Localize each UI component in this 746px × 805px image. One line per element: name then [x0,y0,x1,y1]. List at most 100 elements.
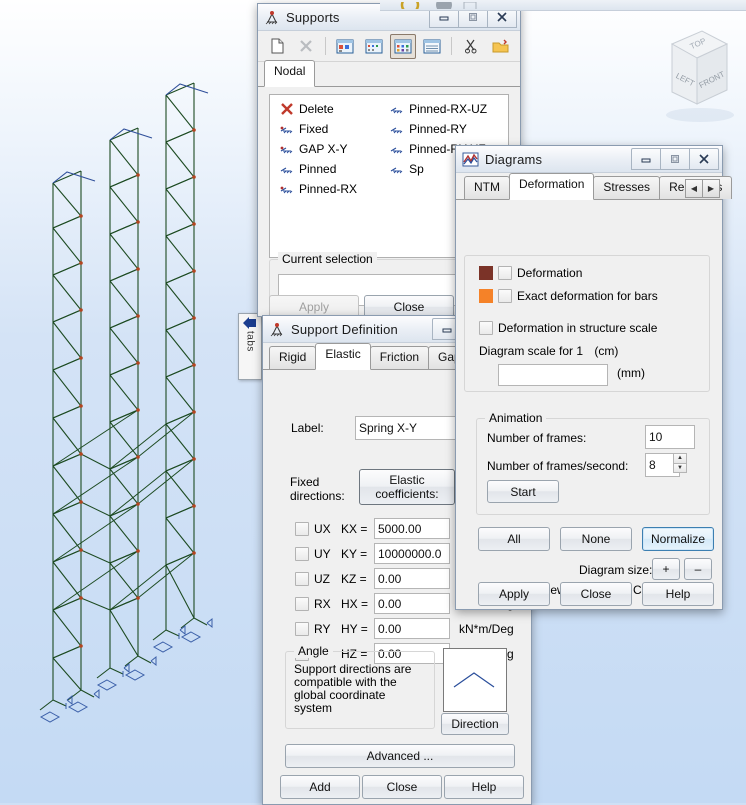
row-sym: KY = [341,546,368,561]
support-fixed-icon [280,126,293,134]
start-animation-button[interactable]: Start [487,480,559,503]
minimize-button[interactable] [631,148,661,170]
spinner-up-icon[interactable]: ▲ [673,453,687,463]
small-icons-view-icon[interactable] [361,34,387,59]
exact-deformation-color-swatch [479,289,493,303]
exact-deformation-check-row[interactable]: Exact deformation for bars [479,289,658,303]
deformation-color-swatch [479,266,493,280]
tab-prev-button[interactable]: ◀ [685,179,703,198]
diagrams-window[interactable]: Diagrams NTM Deformation Stresses Rea [455,145,733,610]
close-button[interactable] [689,148,719,170]
hx-input[interactable]: 0.00 [374,593,450,614]
all-button[interactable]: All [478,527,550,551]
tab-elastic[interactable]: Elastic [315,343,371,370]
close-icon [497,12,507,22]
list-item[interactable]: GAP X-Y [280,142,390,156]
row-dir: RY [314,621,331,636]
kz-input[interactable]: 0.00 [374,568,450,589]
list-item[interactable]: Fixed [280,122,390,136]
kx-input[interactable]: 5000.00 [374,518,450,539]
ux-checkbox[interactable] [295,521,309,536]
support-icon [270,322,283,336]
tab-nodal[interactable]: Nodal [264,60,316,87]
structure-scale-check-row[interactable]: Deformation in structure scale [479,321,657,335]
diagram-scale-unit-mm: (mm) [617,366,645,380]
deformation-checkbox[interactable] [498,266,512,280]
delete-icon[interactable] [293,34,319,59]
diagrams-window-buttons [631,148,719,170]
row-sym: HY = [341,621,368,636]
support-gap-icon [280,146,293,154]
ry-checkbox[interactable] [295,621,309,636]
diagram-size-increase-button[interactable]: + [652,558,680,580]
tabs-flag-lower[interactable]: tabs [238,313,262,380]
add-button[interactable]: Add [280,775,360,799]
left-arrow-icon [243,317,256,329]
tab-friction[interactable]: Friction [369,346,430,369]
ky-input[interactable]: 10000000.0 [374,543,450,564]
diagram-scale-input[interactable] [498,364,608,386]
frames-label: Number of frames: [487,431,587,445]
diagrams-titlebar[interactable]: Diagrams [456,146,722,173]
new-icon[interactable] [264,34,290,59]
support-definition-close-button[interactable]: Close [362,775,442,799]
toolbar-icon-remnants [392,0,478,9]
support-definition-help-button[interactable]: Help [444,775,524,799]
spinner-down-icon[interactable]: ▼ [673,462,687,473]
large-icons-view-icon[interactable] [332,34,358,59]
tab-deformation[interactable]: Deformation [509,173,595,200]
supports-tabstrip[interactable]: Nodal [258,60,520,87]
diagrams-tabstrip[interactable]: NTM Deformation Stresses Reactions ◀ ▶ [456,173,733,200]
support-icon [390,147,403,154]
open-icon[interactable] [487,34,513,59]
tab-stresses[interactable]: Stresses [593,176,661,199]
normalize-button[interactable]: Normalize [642,527,714,551]
list-item-label: Delete [299,102,334,116]
list-item[interactable]: Pinned [280,162,390,176]
elastic-row[interactable]: RY HY = 0.00 kN*m/Deg [295,616,514,641]
list-item-label: Sp [409,162,424,176]
tab-rigid[interactable]: Rigid [269,346,317,369]
none-button[interactable]: None [560,527,632,551]
support-icon [390,127,403,134]
diagrams-help-button[interactable]: Help [642,582,714,606]
list-item[interactable]: Pinned-RX [280,182,390,196]
tabs-flag-label: tabs [244,331,256,352]
list-item-label: GAP X-Y [299,142,348,156]
rx-checkbox[interactable] [295,596,309,611]
direction-preview [443,648,507,712]
diagram-scale-unit-cm: (cm) [594,344,619,358]
list-item[interactable]: Pinned-RX-UZ [390,102,508,116]
list-item[interactable]: Pinned-RY [390,122,508,136]
advanced-button[interactable]: Advanced ... [285,744,515,768]
row-sym: KX = [341,521,368,536]
frames-input[interactable]: 10 [645,425,695,449]
supports-list-col1: Delete Fixed GAP X-Y Pinned Pinned-RX [270,102,390,257]
uy-checkbox[interactable] [295,546,309,561]
list-item[interactable]: Delete [280,102,390,116]
deformation-check-row[interactable]: Deformation [479,266,582,280]
structure-scale-checkbox[interactable] [479,321,493,335]
supports-toolbar[interactable] [258,31,520,62]
fixed-directions-label: Fixed directions: [290,475,345,503]
maximize-icon [671,155,679,163]
diagrams-apply-button[interactable]: Apply [478,582,550,606]
details-view-icon[interactable] [419,34,445,59]
minimize-icon [442,328,452,333]
maximize-icon [469,13,477,21]
hy-input[interactable]: 0.00 [374,618,450,639]
diagram-size-decrease-button[interactable]: – [684,558,712,580]
cut-icon[interactable] [458,34,484,59]
diagrams-close-button[interactable]: Close [560,582,632,606]
maximize-button[interactable] [660,148,690,170]
fps-spinner[interactable]: ▲ ▼ [673,453,687,473]
animation-group: Animation Number of frames: 10 Number of… [476,411,710,515]
list-view-icon[interactable] [390,33,416,59]
support-definition-title: Support Definition [291,321,398,337]
tab-next-button[interactable]: ▶ [702,179,720,198]
uz-checkbox[interactable] [295,571,309,586]
tab-ntm[interactable]: NTM [464,176,510,199]
exact-deformation-checkbox[interactable] [498,289,512,303]
direction-button[interactable]: Direction [441,713,509,735]
elastic-coefficients-button[interactable]: Elastic coefficients: [359,469,455,505]
